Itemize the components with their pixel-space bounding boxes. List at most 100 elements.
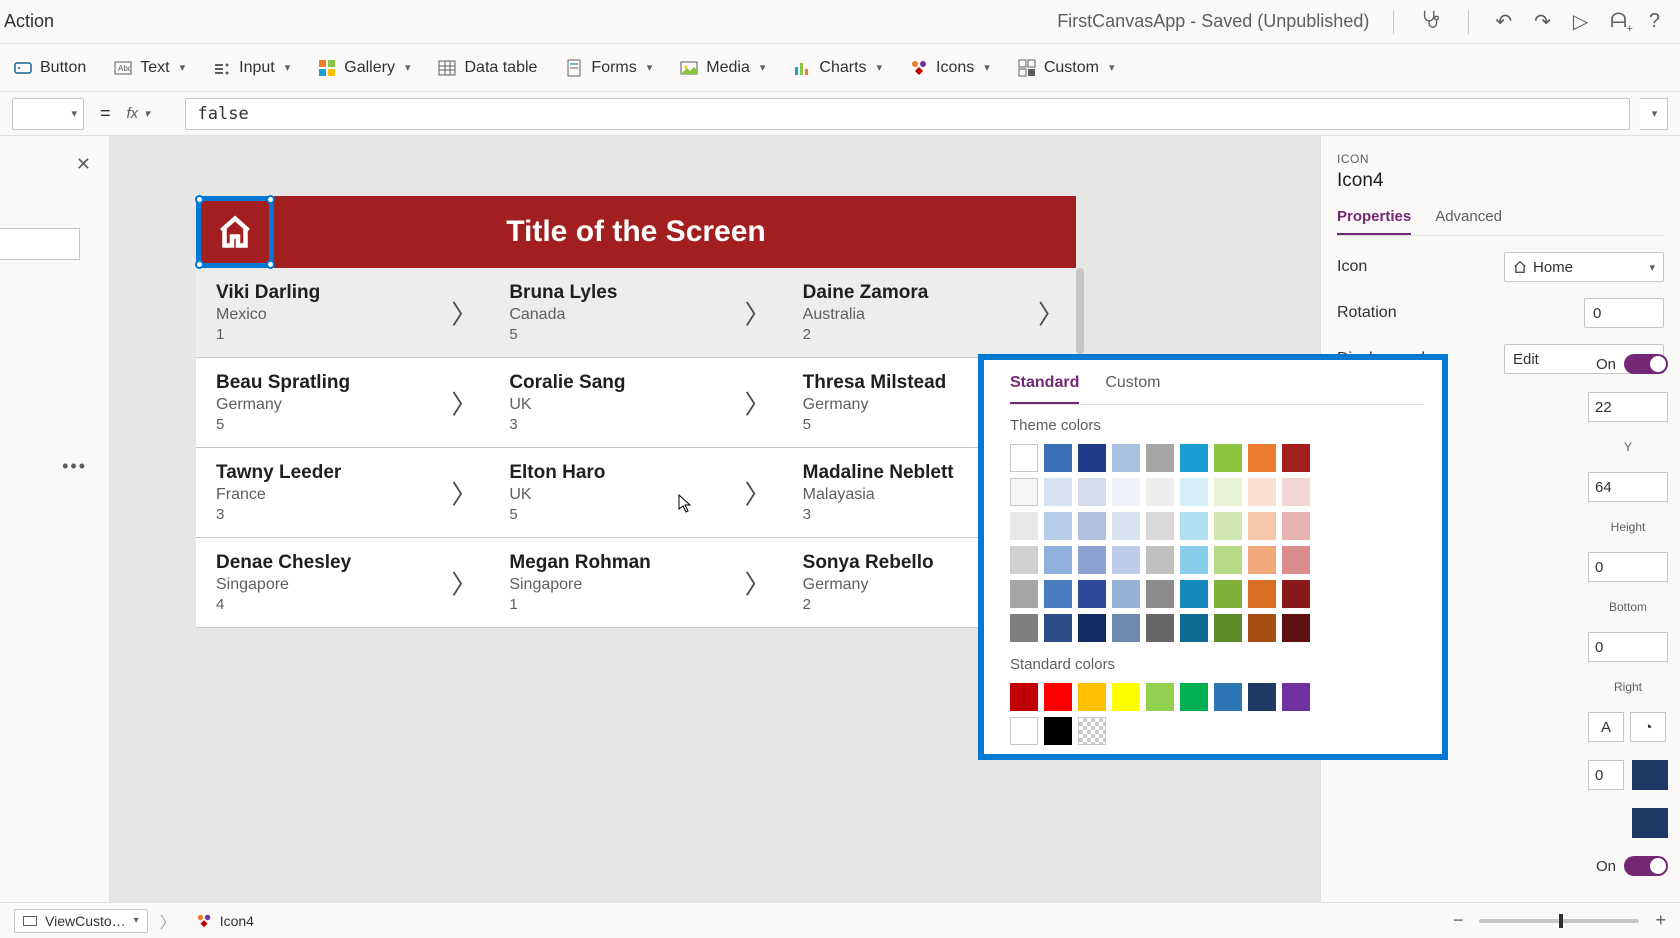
gallery-cell[interactable]: Viki DarlingMexico1〉 [196,268,489,357]
ribbon-icons[interactable]: Icons▾ [910,59,990,77]
color-swatch[interactable] [1248,512,1276,540]
color-swatch[interactable] [1010,580,1038,608]
chevron-right-icon[interactable]: 〉 [451,474,477,511]
color-swatch[interactable] [1282,614,1310,642]
color-swatch[interactable] [1180,580,1208,608]
prop-rotation-input[interactable]: 0 [1584,298,1664,328]
color-swatch[interactable] [1282,512,1310,540]
x-input[interactable]: 22 [1588,392,1668,422]
color-swatch[interactable] [1214,444,1242,472]
gallery-cell[interactable]: Denae ChesleySingapore4〉 [196,538,489,627]
selected-icon-control[interactable] [196,196,274,268]
color-swatch[interactable] [1010,614,1038,642]
ribbon-button[interactable]: Button [14,59,86,77]
color-swatch[interactable] [1112,546,1140,574]
color-swatch[interactable] [1180,546,1208,574]
formula-input[interactable]: false [185,98,1630,130]
color-swatch[interactable] [1010,717,1038,745]
chevron-right-icon[interactable]: 〉 [745,564,771,601]
color-swatch[interactable] [1282,478,1310,506]
ribbon-charts[interactable]: Charts▾ [793,59,882,77]
app-checker-icon[interactable] [1420,8,1442,36]
gallery-cell[interactable]: Megan RohmanSingapore1〉 [489,538,782,627]
gallery-cell[interactable]: Elton HaroUK5〉 [489,448,782,537]
color-swatch[interactable] [1248,683,1276,711]
color-swatch[interactable] [1044,683,1072,711]
zoom-slider[interactable] [1479,919,1639,923]
color-swatch[interactable] [1044,717,1072,745]
color-swatch[interactable] [1146,580,1174,608]
color-swatch[interactable] [1078,580,1106,608]
height-input[interactable]: 64 [1588,472,1668,502]
color-swatch[interactable] [1044,580,1072,608]
chevron-right-icon[interactable]: 〉 [1038,294,1064,331]
color-swatch[interactable] [1180,478,1208,506]
color-swatch[interactable] [1146,614,1174,642]
color-swatch[interactable] [1112,444,1140,472]
visible-toggle[interactable] [1624,354,1668,374]
ribbon-text[interactable]: AbcText▾ [114,59,185,77]
share-icon[interactable]: ᗩ+ [1610,10,1627,33]
formula-expand-button[interactable]: ▾ [1640,98,1668,130]
color-swatch[interactable] [1214,580,1242,608]
chevron-right-icon[interactable]: 〉 [745,384,771,421]
screen-selector[interactable]: ViewCusto…▾ [14,909,148,933]
color-swatch[interactable] [1078,444,1106,472]
more-icon[interactable]: ••• [62,456,87,477]
chevron-right-icon[interactable]: 〉 [451,564,477,601]
fx-dropdown[interactable]: fx▾ [127,105,175,122]
color-swatch[interactable] [1248,478,1276,506]
color-swatch[interactable] [1044,512,1072,540]
font-a-button[interactable]: A [1588,712,1624,742]
color-swatch[interactable] [1044,478,1072,506]
canvas-scrollbar[interactable] [1076,268,1084,354]
color-swatch[interactable] [1112,683,1140,711]
colorpicker-tab-custom[interactable]: Custom [1105,374,1160,404]
color-swatch[interactable] [1146,512,1174,540]
help-icon[interactable]: ? [1649,10,1660,33]
close-icon[interactable]: ✕ [76,154,91,175]
redo-icon[interactable]: ↷ [1534,9,1551,34]
color-swatch[interactable] [1282,580,1310,608]
color-swatch[interactable] [1146,546,1174,574]
color-swatch[interactable] [1044,444,1072,472]
gallery-cell[interactable]: Daine ZamoraAustralia2〉 [783,268,1076,357]
color-swatch[interactable] [1078,478,1106,506]
chevron-right-icon[interactable]: 〉 [745,294,771,331]
color-swatch[interactable] [1282,546,1310,574]
chevron-right-icon[interactable]: 〉 [451,294,477,331]
gallery-cell[interactable]: Beau SpratlingGermany5〉 [196,358,489,447]
tab-advanced[interactable]: Advanced [1435,208,1502,235]
color-swatch[interactable] [1214,478,1242,506]
gallery-cell[interactable]: Tawny LeederFrance3〉 [196,448,489,537]
play-icon[interactable]: ▷ [1573,9,1588,34]
action-menu[interactable]: Action [0,11,54,32]
color-swatch[interactable] [1146,478,1174,506]
color-swatch[interactable] [1078,546,1106,574]
chevron-right-icon[interactable]: 〉 [745,474,771,511]
color-swatch[interactable] [1248,546,1276,574]
padding-b-input[interactable]: 0 [1588,552,1668,582]
color-swatch[interactable] [1180,614,1208,642]
color-swatch[interactable] [1146,444,1174,472]
color-swatch[interactable] [1214,512,1242,540]
color-swatch[interactable] [1248,580,1276,608]
color-swatch[interactable] [1010,512,1038,540]
zoom-in-button[interactable]: + [1655,910,1666,931]
ribbon-media[interactable]: Media▾ [680,59,765,77]
focus-border-toggle[interactable] [1624,856,1668,876]
chevron-right-icon[interactable]: 〉 [451,384,477,421]
color-swatch[interactable] [1078,717,1106,745]
ribbon-input[interactable]: Input▾ [213,59,290,77]
color-swatch[interactable] [1044,546,1072,574]
gallery-control[interactable]: Viki DarlingMexico1〉Bruna LylesCanada5〉D… [196,268,1076,628]
color-swatch[interactable] [1112,512,1140,540]
property-selector[interactable]: ▾ [12,98,84,130]
tree-search-input[interactable] [0,228,80,260]
padding-r-input[interactable]: 0 [1588,632,1668,662]
color-swatch[interactable] [1214,614,1242,642]
color-swatch[interactable] [1078,683,1106,711]
color-swatch[interactable] [1010,444,1038,472]
prop-icon-dropdown[interactable]: Home▾ [1504,252,1664,282]
color-swatch[interactable] [1214,683,1242,711]
